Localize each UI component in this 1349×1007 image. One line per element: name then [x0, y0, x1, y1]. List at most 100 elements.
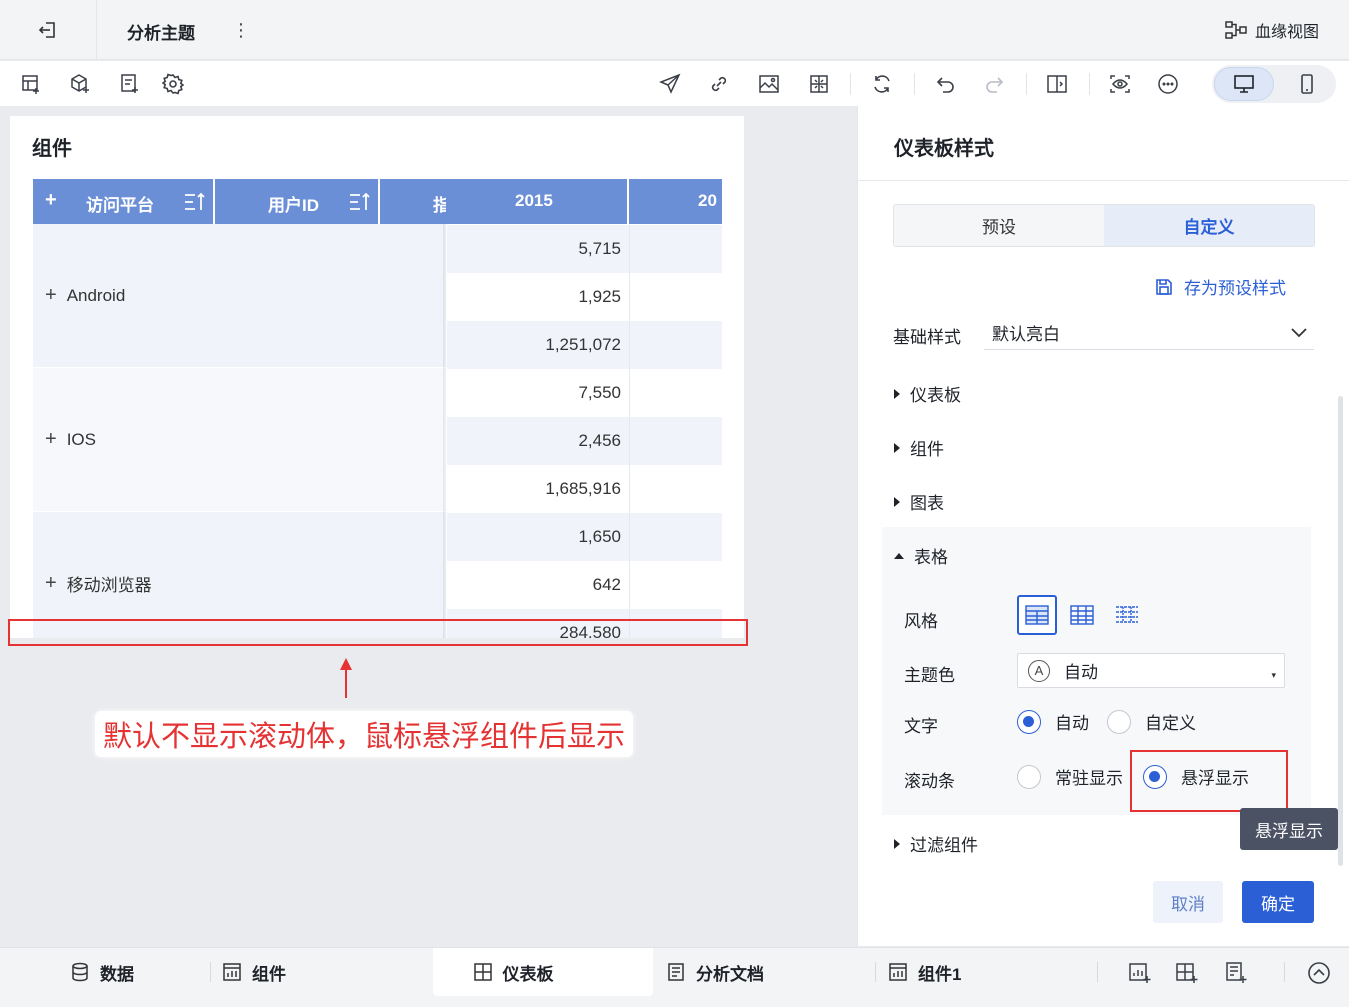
header-year-next[interactable]: 20: [698, 191, 717, 211]
document-icon: [668, 963, 684, 981]
panel-scrollbar[interactable]: [1338, 396, 1343, 866]
style-label: 风格: [904, 612, 938, 631]
table-style-icon: [1025, 605, 1049, 625]
sort-icon[interactable]: [348, 191, 372, 213]
pivot-table: + 访问平台 用户ID 指 2015 20 + Android + IOS + …: [33, 179, 722, 638]
page-title: 分析主题: [127, 24, 195, 43]
dashboard-icon: [473, 963, 492, 981]
section-label: 过滤组件: [910, 836, 978, 855]
mobile-view-button[interactable]: [1284, 67, 1330, 101]
bottom-tab-bar: 数据 组件 仪表板 分析文档 组件1: [0, 947, 1349, 1007]
expand-icon[interactable]: +: [45, 428, 57, 451]
expand-all-icon[interactable]: +: [45, 189, 57, 212]
header-divider: [627, 179, 629, 224]
more-options-icon[interactable]: ⋮: [232, 18, 250, 42]
layout-icon[interactable]: [806, 71, 832, 97]
header-platform[interactable]: 访问平台: [86, 191, 154, 216]
cancel-button[interactable]: 取消: [1153, 881, 1223, 923]
caret-down-icon: ▾: [1271, 670, 1276, 680]
save-preset-label: 存为预设样式: [1184, 279, 1286, 298]
table-style-option-1[interactable]: [1017, 595, 1057, 635]
value-cell-clipped: [629, 369, 722, 417]
radio-label: 常驻显示: [1055, 769, 1123, 788]
section-filter[interactable]: 过滤组件: [894, 831, 978, 856]
radio-selected-icon: [1017, 709, 1041, 734]
base-style-select[interactable]: 默认亮白: [984, 315, 1314, 350]
tab-component[interactable]: 组件: [222, 948, 286, 996]
row-platform-ios[interactable]: + IOS: [33, 368, 446, 512]
save-preset-button[interactable]: 存为预设样式: [1154, 274, 1286, 299]
send-icon[interactable]: [657, 71, 683, 97]
device-switch: [1212, 65, 1336, 103]
value-cell-clipped: [629, 465, 722, 513]
add-document-icon[interactable]: [1223, 960, 1249, 986]
table-style-option-3[interactable]: [1107, 595, 1147, 635]
value-cell-clipped: [629, 225, 722, 273]
base-style-label: 基础样式: [893, 328, 961, 347]
section-dashboard[interactable]: 仪表板: [894, 381, 961, 406]
tab-data[interactable]: 数据: [70, 948, 134, 996]
undo-icon[interactable]: [933, 71, 959, 97]
highlight-box-hover-option: [1130, 750, 1288, 812]
header-userid[interactable]: 用户ID: [268, 191, 319, 216]
toolbar-divider: [1089, 73, 1090, 95]
add-component-icon[interactable]: [1127, 960, 1153, 986]
add-text-icon[interactable]: [117, 71, 143, 97]
section-component[interactable]: 组件: [894, 435, 944, 460]
collapse-up-icon[interactable]: [1306, 960, 1332, 986]
value-cell: 2,456: [447, 417, 629, 465]
value-cell: 1,925: [447, 273, 629, 321]
redo-icon[interactable]: [981, 71, 1007, 97]
expand-icon[interactable]: +: [45, 284, 57, 307]
platform-label: Android: [66, 285, 126, 305]
section-chart[interactable]: 图表: [894, 489, 944, 514]
top-bar: 分析主题 ⋮ 血缘视图: [0, 0, 1349, 60]
desktop-view-button[interactable]: [1214, 67, 1274, 101]
lineage-view-button[interactable]: 血缘视图: [1225, 18, 1319, 42]
tab-divider: [875, 962, 876, 982]
section-label: 表格: [914, 548, 948, 567]
add-dashboard-icon[interactable]: [1174, 960, 1200, 986]
radio-empty-icon: [1017, 764, 1041, 789]
tab-label: 仪表板: [502, 964, 554, 984]
tab-label: 数据: [100, 964, 134, 984]
tab-preset[interactable]: 预设: [894, 205, 1104, 246]
tab-custom[interactable]: 自定义: [1104, 205, 1314, 246]
link-icon[interactable]: [706, 71, 732, 97]
header-divider: [213, 179, 215, 224]
gear-icon[interactable]: [160, 71, 186, 97]
radio-label: 自定义: [1145, 714, 1196, 733]
toolbar-divider: [914, 73, 915, 95]
sort-icon[interactable]: [183, 191, 207, 213]
more-circle-icon[interactable]: [1155, 71, 1181, 97]
back-button[interactable]: [0, 0, 97, 60]
header-year-2015[interactable]: 2015: [515, 191, 553, 211]
add-widget-icon[interactable]: [18, 71, 44, 97]
table-widget[interactable]: 组件 + 访问平台 用户ID 指 2015 20 + Android + IOS…: [10, 116, 744, 638]
tab-dashboard[interactable]: 仪表板: [433, 948, 653, 996]
dashboard-style-panel: 仪表板样式 预设 自定义 存为预设样式 基础样式 默认亮白 仪表板 组件 图表 …: [857, 106, 1349, 946]
table-style-option-2[interactable]: [1062, 595, 1102, 635]
section-table[interactable]: 表格: [894, 543, 948, 568]
base-style-value: 默认亮白: [992, 324, 1060, 344]
tab-component1[interactable]: 组件1: [888, 948, 961, 996]
add-cube-icon[interactable]: [67, 71, 93, 97]
tab-analysis-doc[interactable]: 分析文档: [666, 948, 764, 996]
text-custom-radio[interactable]: 自定义: [1107, 709, 1196, 734]
radio-empty-icon: [1107, 709, 1131, 734]
expand-icon[interactable]: +: [45, 572, 57, 595]
row-platform-android[interactable]: + Android: [33, 224, 446, 368]
caret-up-icon: [894, 552, 904, 559]
refresh-icon[interactable]: [869, 71, 895, 97]
scrollbar-label: 滚动条: [904, 772, 955, 791]
text-auto-radio[interactable]: 自动: [1017, 709, 1089, 734]
confirm-button[interactable]: 确定: [1242, 881, 1314, 923]
image-edit-icon[interactable]: [756, 71, 782, 97]
value-cell: 1,251,072: [447, 321, 629, 369]
toolbar-divider: [1026, 73, 1027, 95]
theme-color-select[interactable]: A 自动 ▾: [1017, 653, 1285, 688]
split-panel-icon[interactable]: [1044, 71, 1070, 97]
preview-icon[interactable]: [1107, 71, 1133, 97]
scroll-always-radio[interactable]: 常驻显示: [1017, 764, 1123, 789]
text-label: 文字: [904, 717, 938, 736]
